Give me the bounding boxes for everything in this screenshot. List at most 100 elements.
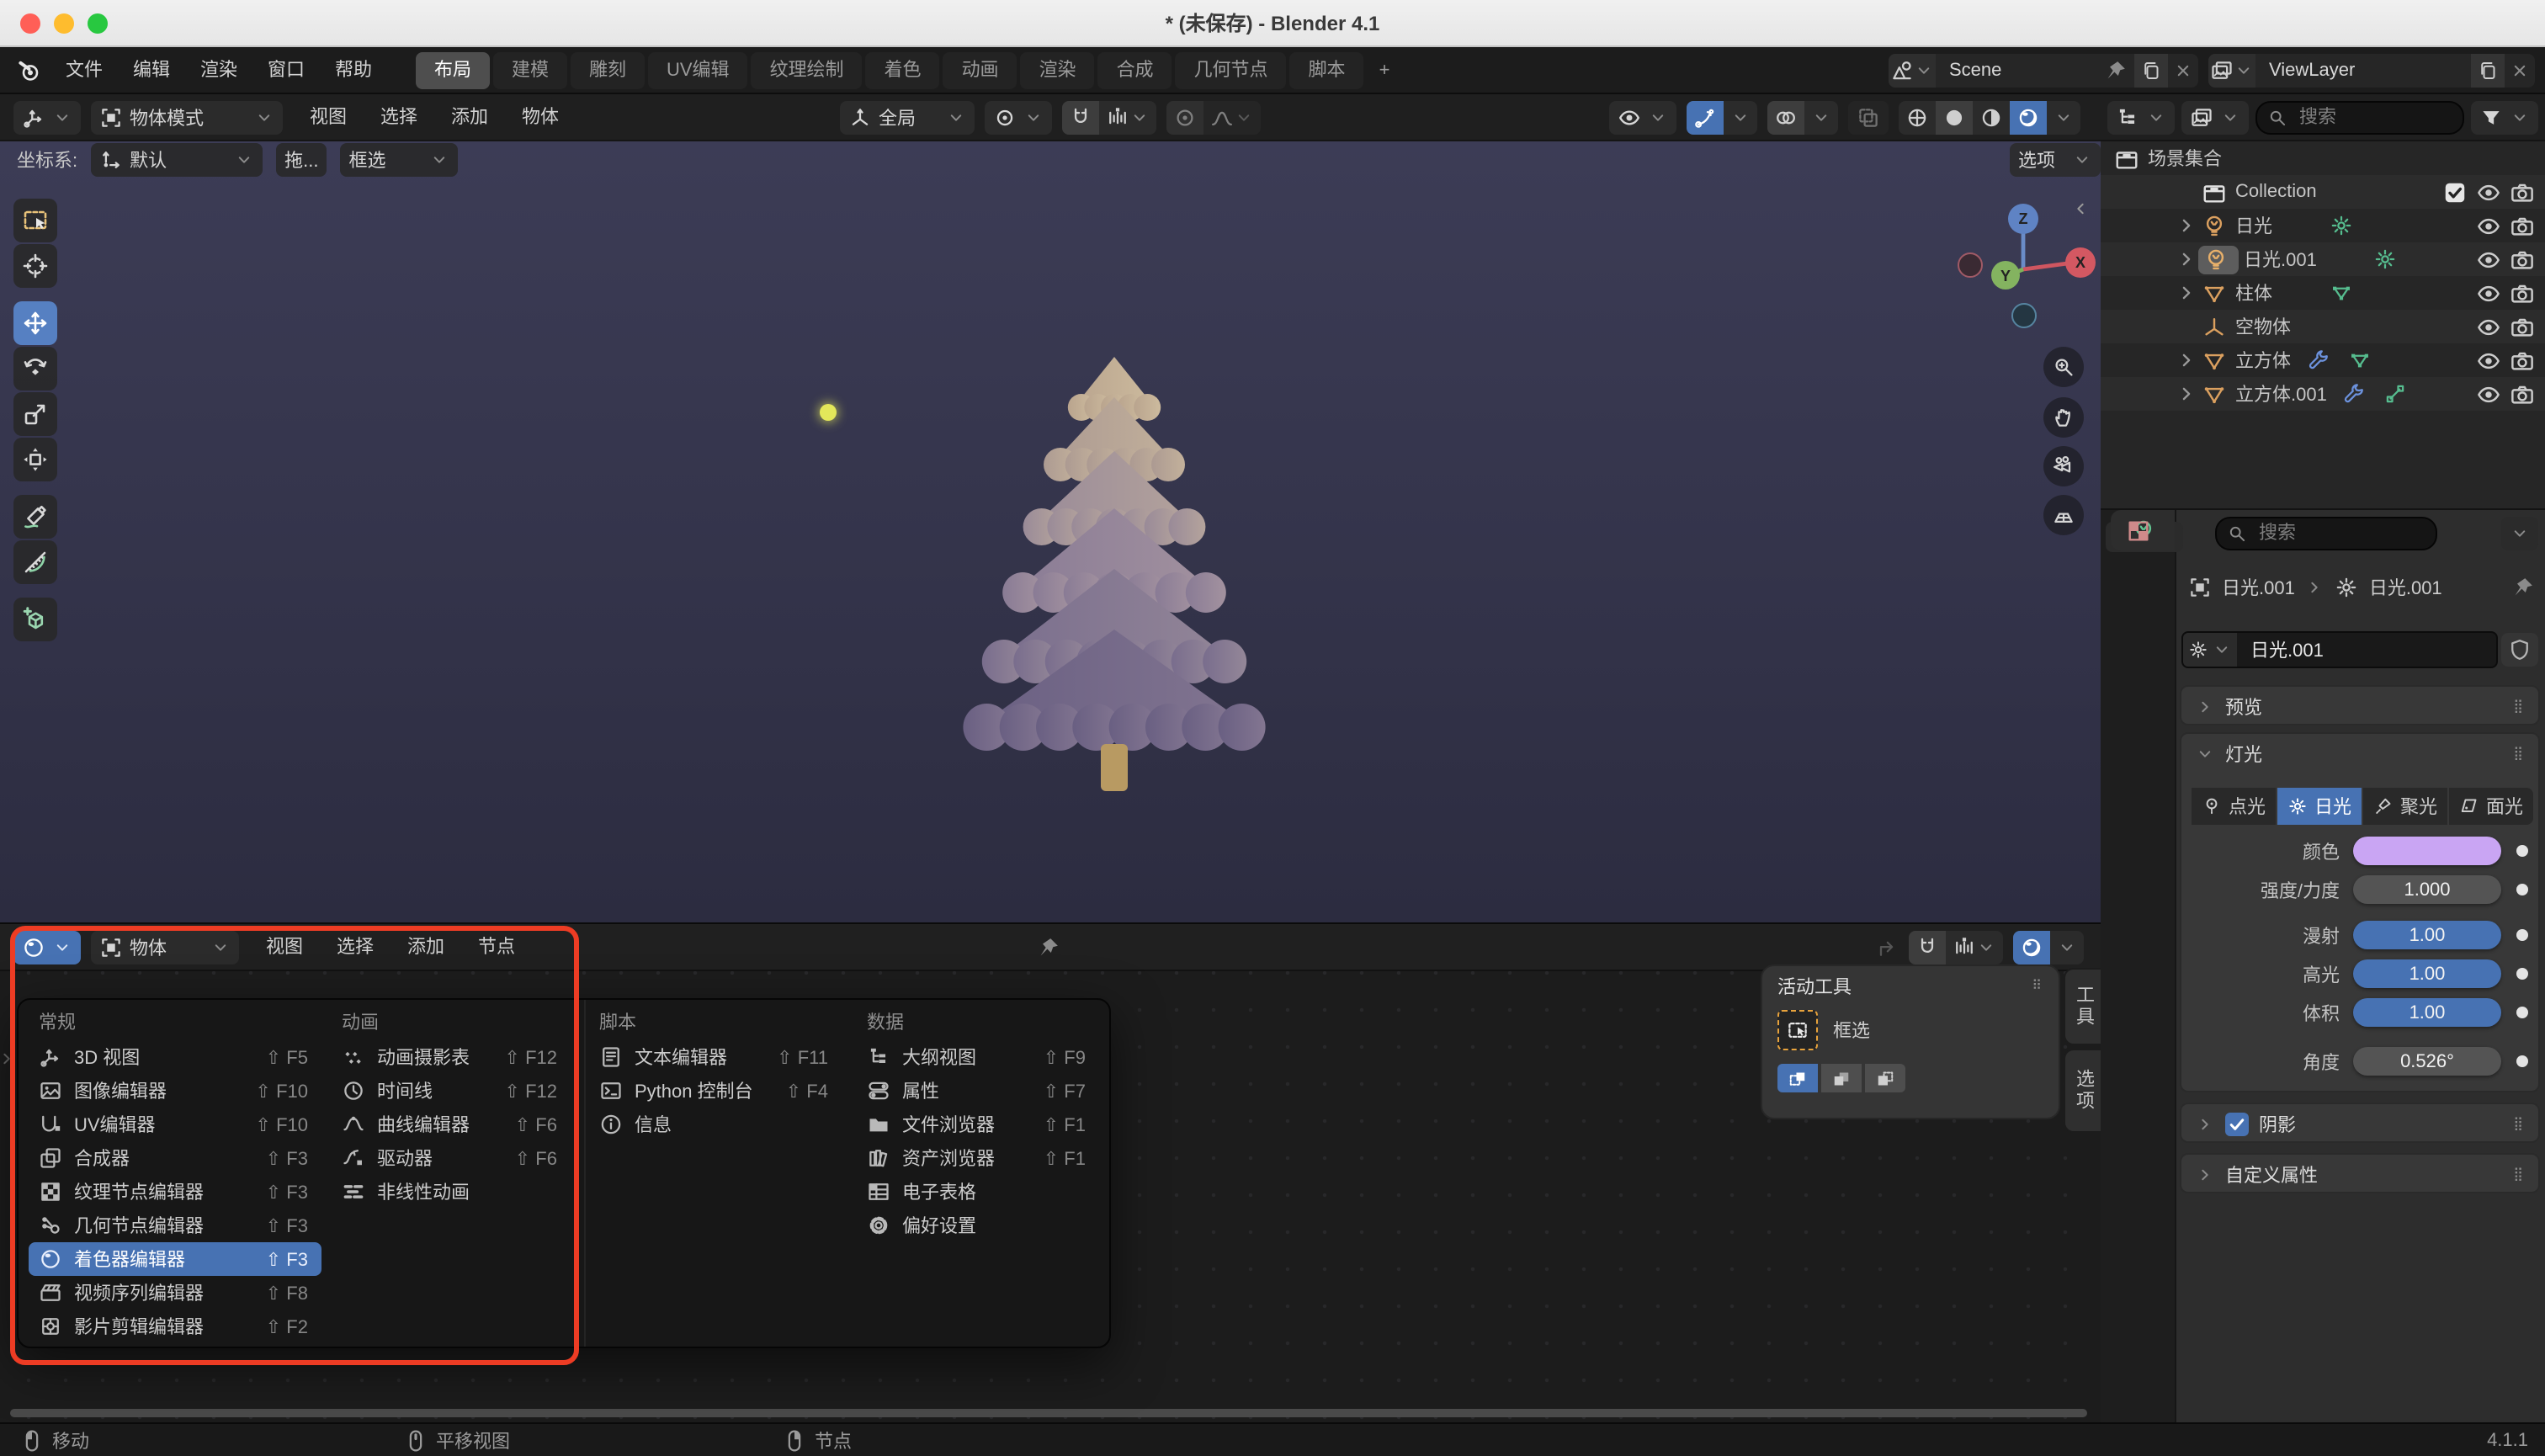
workspace-tab[interactable]: 动画	[943, 51, 1017, 88]
eye-icon[interactable]	[2476, 179, 2501, 205]
angle-value[interactable]: 0.526°	[2353, 1047, 2501, 1076]
tool-move[interactable]	[13, 301, 57, 345]
proportional-falloff-dropdown[interactable]	[1203, 100, 1261, 134]
outliner-row[interactable]: 空物体	[2101, 310, 2545, 343]
coord-system-dropdown[interactable]: 默认	[91, 143, 263, 177]
editor-menu-item[interactable]: 电子表格	[857, 1175, 1099, 1209]
camera-visibility-icon[interactable]	[2510, 213, 2535, 238]
expand-chevron-icon[interactable]	[2175, 382, 2198, 406]
editor-menu-item[interactable]: 影片剪辑编辑器⇧ F2	[29, 1310, 321, 1343]
eye-icon[interactable]	[2476, 348, 2501, 373]
light-type-button[interactable]: 聚光	[2363, 788, 2447, 825]
shader-menu-item[interactable]: 添加	[391, 923, 461, 970]
eye-icon[interactable]	[2476, 213, 2501, 238]
active-tool-button[interactable]	[1777, 1010, 1818, 1050]
camera-visibility-icon[interactable]	[2510, 348, 2535, 373]
light-data-browse-button[interactable]	[2183, 633, 2237, 667]
panel-grip-icon[interactable]: ⣿	[2513, 1119, 2525, 1129]
tool-cursor[interactable]	[13, 244, 57, 288]
topbar-menu-item[interactable]: 帮助	[320, 46, 387, 93]
scene-name[interactable]: Scene	[1936, 61, 2104, 81]
sidebar-collapse-arrow[interactable]	[2070, 199, 2091, 219]
pan-button[interactable]	[2043, 397, 2084, 438]
editor-menu-item[interactable]: 文本编辑器⇧ F11	[589, 1040, 842, 1074]
shading-material-button[interactable]	[1973, 100, 2010, 134]
checkbox-icon[interactable]	[2442, 348, 2468, 373]
mode-dropdown[interactable]: 物体模式	[91, 100, 283, 134]
gizmo-minus-x-axis[interactable]	[1958, 252, 1983, 278]
workspace-tab[interactable]: 雕刻	[571, 51, 645, 88]
scene-copy-button[interactable]	[2134, 54, 2168, 88]
viewport-menu-item[interactable]: 视图	[293, 93, 364, 141]
show-overlays-toggle[interactable]	[1767, 100, 1804, 134]
workspace-tab[interactable]: 着色	[866, 51, 940, 88]
editor-menu-item[interactable]: 信息	[589, 1108, 842, 1141]
outliner-editor-type-button[interactable]	[2107, 100, 2175, 134]
pin-icon[interactable]	[2511, 576, 2535, 599]
workspace-tab[interactable]: 合成	[1098, 51, 1172, 88]
camera-visibility-icon[interactable]	[2510, 314, 2535, 339]
editor-menu-item[interactable]: 视频序列编辑器⇧ F8	[29, 1276, 321, 1310]
outliner-row[interactable]: 日光	[2101, 209, 2545, 242]
properties-search-input[interactable]	[2255, 522, 2425, 545]
outliner-display-mode-dropdown[interactable]	[2181, 100, 2249, 134]
viewport-canvas[interactable]: Z X Y	[0, 178, 2101, 922]
outliner-row-scene-collection[interactable]: 场景集合	[2101, 141, 2545, 175]
diffuse-value[interactable]: 1.00	[2353, 921, 2501, 949]
shader-preview-dropdown[interactable]	[2050, 930, 2084, 964]
region-expand-arrow[interactable]	[0, 1049, 17, 1069]
viewport-menu-item[interactable]: 物体	[505, 93, 576, 141]
light-name-value[interactable]: 日光.001	[2237, 636, 2337, 663]
shader-menu-item[interactable]: 选择	[320, 923, 391, 970]
tool-select-box[interactable]	[13, 199, 57, 242]
tree-model[interactable]	[936, 333, 1293, 821]
xray-toggle[interactable]	[1848, 100, 1889, 134]
select-mode-subtract-button[interactable]	[1865, 1064, 1905, 1092]
workspace-tab[interactable]: 布局	[416, 51, 490, 88]
animate-dot[interactable]	[2516, 929, 2528, 941]
proportional-edit-toggle[interactable]	[1166, 100, 1203, 134]
panel-grip-icon[interactable]: ⣿	[2513, 749, 2525, 759]
light-type-button[interactable]: 点光	[2192, 788, 2276, 825]
panel-grip-icon[interactable]: ⠿	[2032, 981, 2043, 991]
light-type-button[interactable]: 面光	[2449, 788, 2533, 825]
camera-visibility-icon[interactable]	[2510, 247, 2535, 272]
perspective-toggle-button[interactable]	[2043, 495, 2084, 535]
checkbox-icon[interactable]	[2442, 179, 2468, 205]
zoom-button[interactable]	[2043, 347, 2084, 387]
animate-dot[interactable]	[2516, 845, 2528, 857]
go-to-parent-icon[interactable]	[1875, 935, 1899, 959]
workspace-tab[interactable]: 脚本	[1290, 51, 1364, 88]
checkbox-icon[interactable]	[2442, 247, 2468, 272]
specular-value[interactable]: 1.00	[2353, 959, 2501, 988]
shader-snap-target-dropdown[interactable]	[1946, 930, 2003, 964]
camera-visibility-icon[interactable]	[2510, 179, 2535, 205]
topbar-menu-item[interactable]: 文件	[50, 46, 118, 93]
properties-options-dropdown[interactable]	[2501, 517, 2538, 550]
topbar-menu-item[interactable]: 窗口	[252, 46, 320, 93]
editor-menu-item[interactable]: 几何节点编辑器⇧ F3	[29, 1209, 321, 1242]
pin-icon[interactable]	[2104, 59, 2128, 82]
expand-chevron-icon[interactable]	[2175, 180, 2198, 204]
pin-icon[interactable]	[1037, 935, 1060, 959]
checkbox-icon[interactable]	[2442, 213, 2468, 238]
expand-chevron-icon[interactable]	[2175, 247, 2198, 271]
pivot-point-dropdown[interactable]	[985, 100, 1052, 134]
viewlayer-remove-button[interactable]	[2505, 61, 2535, 81]
outliner-filter-dropdown[interactable]	[2471, 100, 2538, 134]
editor-menu-item[interactable]: 纹理节点编辑器⇧ F3	[29, 1175, 321, 1209]
camera-visibility-icon[interactable]	[2510, 381, 2535, 407]
shading-dropdown[interactable]	[2047, 100, 2080, 134]
select-mode-set-button[interactable]	[1777, 1064, 1818, 1092]
tool-scale[interactable]	[13, 392, 57, 436]
animate-dot[interactable]	[2516, 884, 2528, 895]
animate-dot[interactable]	[2516, 1007, 2528, 1018]
checkbox-icon[interactable]	[2442, 280, 2468, 306]
editor-menu-item[interactable]: 合成器⇧ F3	[29, 1141, 321, 1175]
tool-transform[interactable]	[13, 438, 57, 481]
add-workspace-button[interactable]: +	[1366, 60, 1404, 80]
gizmo-x-axis[interactable]: X	[2065, 247, 2096, 278]
gizmo-y-axis[interactable]: Y	[1991, 261, 2020, 290]
shader-snap-toggle[interactable]	[1909, 930, 1946, 964]
workspace-tab[interactable]: 建模	[493, 51, 567, 88]
